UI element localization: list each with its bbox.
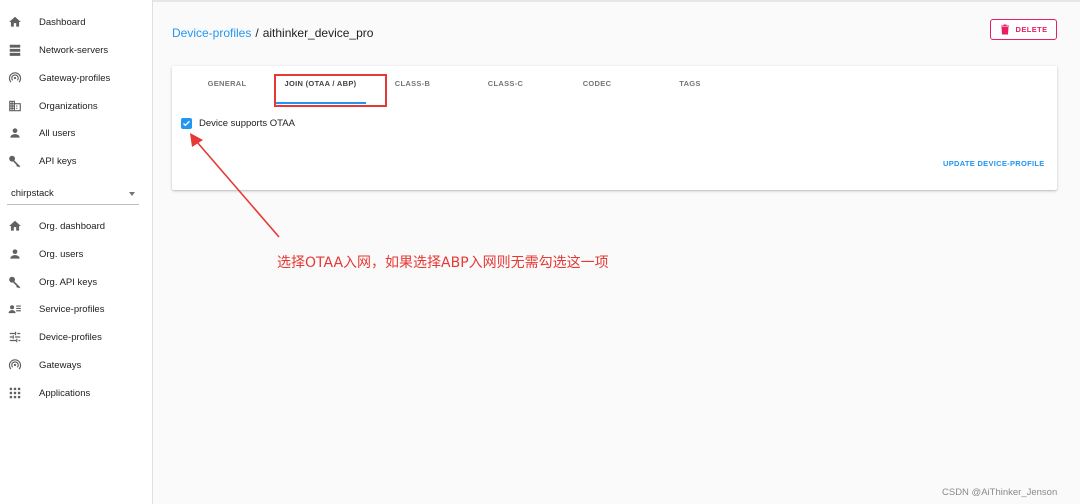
sidebar-item-label: Org. dashboard [39,220,106,232]
tab-general[interactable]: GENERAL [206,79,248,99]
top-divider [0,0,1080,2]
sidebar-item-label: Dashboard [39,16,86,28]
sidebar-item-label: Gateway-profiles [39,72,111,84]
sidebar-item-organizations[interactable]: Organizations [0,93,152,119]
sidebar-item-dashboard[interactable]: Dashboard [0,9,152,35]
sidebar-item-gateways[interactable]: Gateways [0,352,152,378]
person-icon [10,128,20,138]
domain-icon [9,100,21,112]
watermark: CSDN @AiThinker_Jenson [942,487,1058,498]
tab-class-b[interactable]: CLASS-B [391,79,434,99]
sidebar-item-org-api-keys[interactable]: Org. API keys [0,269,152,295]
wifi-tethering-icon [8,359,22,370]
home-icon [9,16,21,27]
sidebar-item-org-users[interactable]: Org. users [0,241,152,267]
check-icon [183,120,190,127]
sidebar-item-api-keys[interactable]: API keys [0,148,152,174]
home-icon [9,220,21,231]
account-details-icon [8,305,21,314]
sidebar-item-applications[interactable]: Applications [0,380,152,406]
person-icon [10,249,20,259]
key-icon [9,276,21,289]
active-tab-indicator [275,102,366,104]
sidebar-item-label: Service-profiles [39,303,105,315]
sidebar-item-label: Org. API keys [39,276,98,288]
wifi-tethering-icon [8,72,22,83]
tab-tags[interactable]: TAGS [677,79,703,99]
organization-select[interactable]: chirpstack [7,183,139,205]
sidebar-item-label: Applications [39,387,91,399]
delete-button-label: DELETE [1015,25,1048,34]
tab-codec[interactable]: CODEC [580,79,614,99]
sidebar-item-label: Network-servers [39,44,109,56]
server-icon [9,44,21,56]
annotation-text: 选择OTAA入网，如果选择ABP入网则无需勾选这一项 [277,255,609,271]
device-profile-card: GENERAL JOIN (OTAA / ABP) CLASS-B CLASS-… [172,66,1057,190]
sidebar-item-label: Gateways [39,359,82,371]
sidebar-item-label: Org. users [39,248,84,260]
page-title: aithinker_device_pro [262,26,374,40]
sidebar-item-label: Device-profiles [39,331,102,343]
sidebar-item-all-users[interactable]: All users [0,120,152,146]
delete-button[interactable]: DELETE [990,19,1057,40]
sidebar-item-gateway-profiles[interactable]: Gateway-profiles [0,65,152,91]
sidebar-item-org-dashboard[interactable]: Org. dashboard [0,213,152,239]
breadcrumb: Device-profiles / aithinker_device_pro [172,26,373,40]
breadcrumb-link-device-profiles[interactable]: Device-profiles [172,26,251,40]
sidebar-item-network-servers[interactable]: Network-servers [0,37,152,63]
trash-icon [1000,24,1009,35]
tab-join-otaa-abp[interactable]: JOIN (OTAA / ABP) [275,79,366,99]
chevron-down-icon [129,192,135,196]
tab-class-c[interactable]: CLASS-C [485,79,526,99]
update-device-profile-button[interactable]: UPDATE DEVICE-PROFILE [943,159,1045,168]
sidebar-item-service-profiles[interactable]: Service-profiles [0,296,152,322]
organization-select-value: chirpstack [11,188,54,199]
sidebar-item-device-profiles[interactable]: Device-profiles [0,324,152,350]
breadcrumb-separator: / [255,26,259,40]
sidebar-item-label: API keys [39,155,77,167]
otaa-checkbox[interactable] [181,118,192,129]
sidebar-item-label: Organizations [39,100,98,112]
sidebar-item-label: All users [39,127,76,139]
tune-icon [9,331,21,343]
sidebar: Dashboard Network-servers Gateway-profil… [0,0,153,504]
otaa-checkbox-label: Device supports OTAA [199,118,295,129]
key-icon [9,155,21,168]
apps-icon [9,387,21,399]
